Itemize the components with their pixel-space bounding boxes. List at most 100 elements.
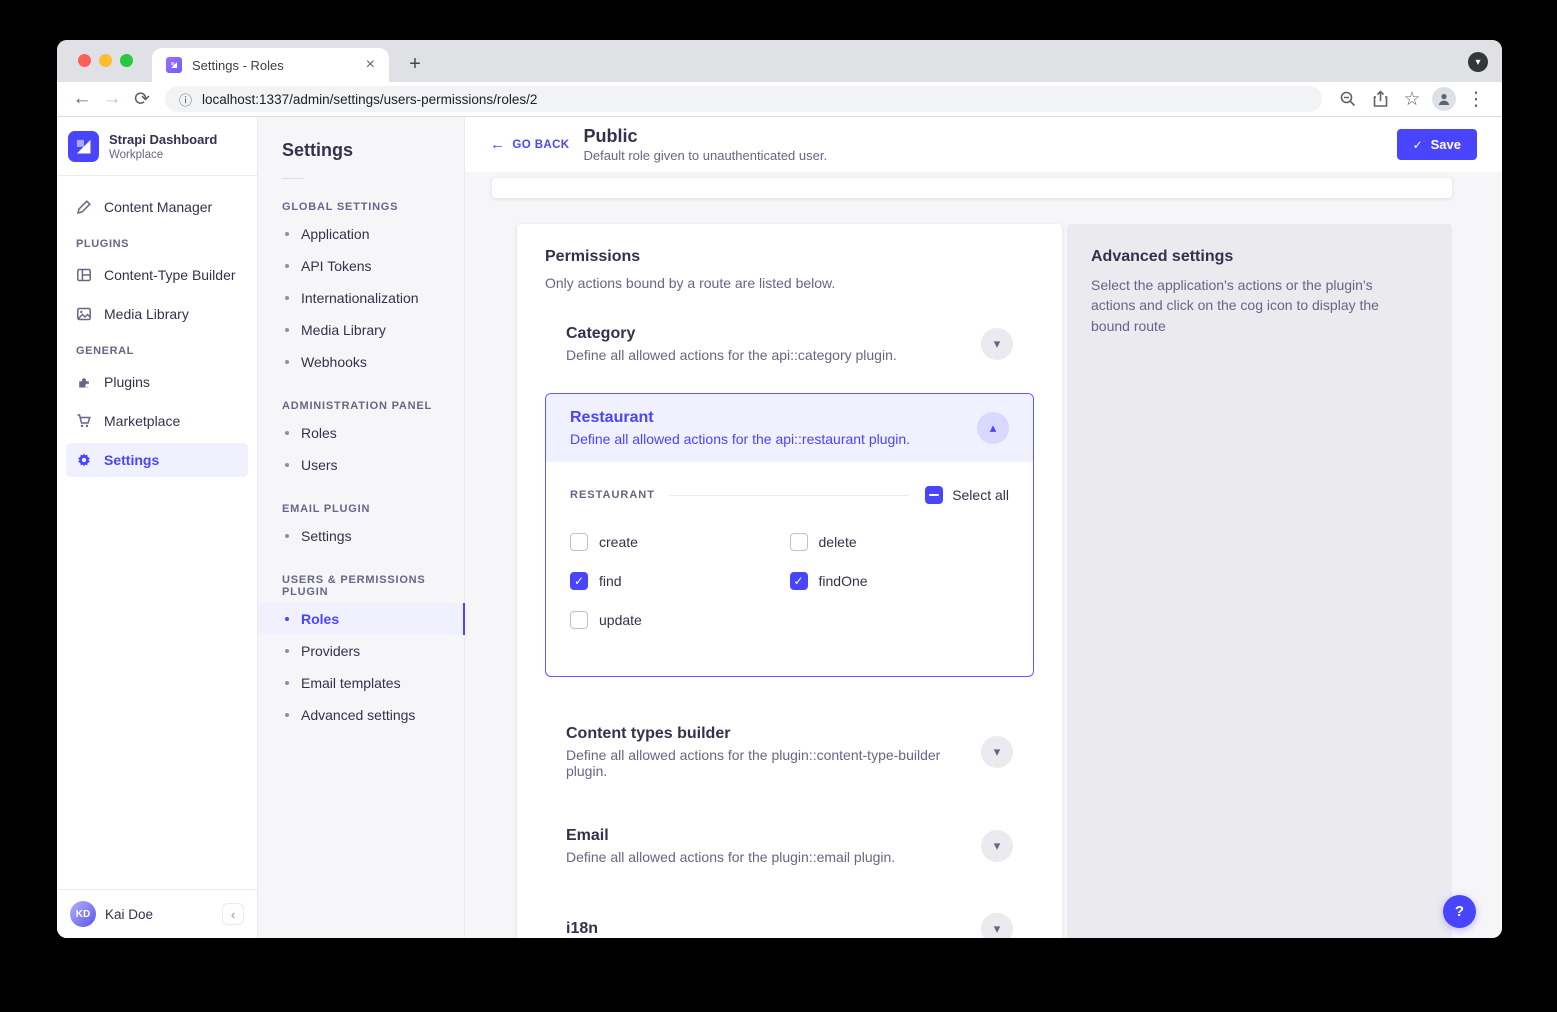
back-icon[interactable]: ← [67, 84, 97, 114]
subnav-item-email-settings[interactable]: Settings [258, 520, 464, 552]
go-back-link[interactable]: ←GO BACK [490, 136, 570, 153]
check-icon: ✓ [1413, 138, 1423, 152]
subnav-section-email-plugin: EMAIL PLUGIN [282, 503, 464, 515]
restaurant-permissions-body: RESTAURANT Select all create [546, 462, 1033, 676]
subnav-item-label: Roles [301, 425, 337, 441]
user-avatar[interactable]: KD [70, 901, 96, 927]
subnav-item-up-roles[interactable]: Roles [258, 603, 464, 635]
browser-tab[interactable]: Settings - Roles × [152, 48, 389, 82]
reload-icon[interactable]: ⟳ [127, 84, 157, 114]
permission-update[interactable]: update [570, 611, 790, 629]
select-all-control[interactable]: Select all [925, 486, 1009, 504]
accordion-title: Content types builder [566, 725, 981, 743]
subnav-item-media-library[interactable]: Media Library [258, 314, 464, 346]
sidebar-item-settings[interactable]: Settings [66, 443, 248, 477]
bookmark-star-icon[interactable]: ☆ [1396, 84, 1428, 114]
sidebar-item-content-manager[interactable]: Content Manager [66, 190, 248, 224]
back-arrow-icon: ← [490, 136, 505, 153]
subnav-item-up-providers[interactable]: Providers [258, 635, 464, 667]
permission-delete[interactable]: delete [790, 533, 1010, 551]
subnav-section-users-permissions-plugin: USERS & PERMISSIONS PLUGIN [282, 574, 464, 598]
share-icon[interactable] [1364, 84, 1396, 114]
site-info-icon[interactable]: ⓘ [179, 90, 192, 109]
page-subtitle: Default role given to unauthenticated us… [584, 148, 828, 163]
help-button[interactable]: ? [1443, 895, 1476, 928]
accordion-i18n[interactable]: i18n ▾ [545, 913, 1034, 938]
permissions-panel: Permissions Only actions bound by a rout… [517, 224, 1062, 938]
permission-findone[interactable]: findOne [790, 572, 1010, 590]
subnav-item-admin-users[interactable]: Users [258, 449, 464, 481]
bullet-icon [285, 463, 289, 467]
subnav-item-up-advanced-settings[interactable]: Advanced settings [258, 699, 464, 731]
zoom-out-icon[interactable] [1332, 84, 1364, 114]
collapse-sidebar-icon[interactable]: ‹ [222, 903, 244, 925]
accordion-content-types-builder[interactable]: Content types builder Define all allowed… [545, 725, 1034, 779]
subnav-item-label: Advanced settings [301, 707, 415, 723]
permission-create[interactable]: create [570, 533, 790, 551]
sidebar-section-plugins: PLUGINS [76, 238, 248, 250]
layout-icon [76, 267, 92, 283]
expand-content-types-builder-button[interactable]: ▾ [981, 736, 1013, 768]
expand-i18n-button[interactable]: ▾ [981, 913, 1013, 938]
accordion-email[interactable]: Email Define all allowed actions for the… [545, 827, 1034, 865]
subnav-item-api-tokens[interactable]: API Tokens [258, 250, 464, 282]
checkbox[interactable] [570, 611, 588, 629]
tab-search-icon[interactable]: ▾ [1468, 52, 1488, 72]
subnav-item-application[interactable]: Application [258, 218, 464, 250]
checkbox[interactable] [790, 533, 808, 551]
collapse-restaurant-button[interactable]: ▴ [977, 412, 1009, 444]
checkbox-label: find [599, 573, 622, 589]
tab-title: Settings - Roles [192, 58, 362, 73]
user-name: Kai Doe [105, 907, 153, 922]
browser-menu-icon[interactable]: ⋮ [1460, 84, 1492, 114]
brand-title: Strapi Dashboard [109, 132, 217, 148]
checkbox-label: update [599, 612, 642, 628]
browser-profile-icon[interactable] [1432, 87, 1456, 111]
settings-subnav: Settings GLOBAL SETTINGS Application API… [258, 117, 465, 938]
window-controls [78, 54, 133, 67]
permissions-title: Permissions [545, 248, 1034, 266]
sidebar-item-marketplace[interactable]: Marketplace [66, 404, 248, 438]
subnav-item-up-email-templates[interactable]: Email templates [258, 667, 464, 699]
address-bar[interactable]: ⓘ localhost:1337/admin/settings/users-pe… [165, 86, 1322, 112]
image-icon [76, 306, 92, 322]
tab-strip: Settings - Roles × + ▾ [57, 40, 1502, 82]
bullet-icon [285, 649, 289, 653]
bullet-icon [285, 534, 289, 538]
cart-icon [76, 413, 92, 429]
expand-email-button[interactable]: ▾ [981, 830, 1013, 862]
fullscreen-window-button[interactable] [120, 54, 133, 67]
forward-icon[interactable]: → [97, 84, 127, 114]
close-window-button[interactable] [78, 54, 91, 67]
accordion-description: Define all allowed actions for the api::… [566, 347, 897, 363]
tab-close-icon[interactable]: × [362, 55, 379, 75]
checkbox[interactable] [790, 572, 808, 590]
subnav-item-admin-roles[interactable]: Roles [258, 417, 464, 449]
sidebar-item-media-library[interactable]: Media Library [66, 297, 248, 331]
save-button[interactable]: ✓ Save [1397, 129, 1477, 160]
strapi-favicon-icon [166, 57, 182, 73]
subnav-item-webhooks[interactable]: Webhooks [258, 346, 464, 378]
chevron-up-icon: ▴ [990, 420, 997, 436]
expand-category-button[interactable]: ▾ [981, 328, 1013, 360]
restaurant-accordion-header[interactable]: Restaurant Define all allowed actions fo… [546, 394, 1033, 462]
subnav-item-internationalization[interactable]: Internationalization [258, 282, 464, 314]
main-sidebar: Strapi Dashboard Workplace Content Manag… [57, 117, 258, 938]
checkbox-label: findOne [819, 573, 868, 589]
bullet-icon [285, 360, 289, 364]
new-tab-button[interactable]: + [401, 50, 429, 78]
save-label: Save [1431, 137, 1461, 152]
minimize-window-button[interactable] [99, 54, 112, 67]
checkbox[interactable] [570, 572, 588, 590]
checkbox[interactable] [570, 533, 588, 551]
brand[interactable]: Strapi Dashboard Workplace [57, 117, 257, 175]
select-all-checkbox[interactable] [925, 486, 943, 504]
permission-find[interactable]: find [570, 572, 790, 590]
sidebar-item-content-type-builder[interactable]: Content-Type Builder [66, 258, 248, 292]
permissions-subtitle: Only actions bound by a route are listed… [545, 275, 1034, 291]
accordion-category[interactable]: Category Define all allowed actions for … [545, 325, 1034, 363]
url-text[interactable]: localhost:1337/admin/settings/users-perm… [202, 92, 537, 107]
chevron-down-icon: ▾ [994, 921, 1001, 937]
sidebar-item-plugins[interactable]: Plugins [66, 365, 248, 399]
advanced-settings-description: Select the application's actions or the … [1091, 275, 1411, 336]
